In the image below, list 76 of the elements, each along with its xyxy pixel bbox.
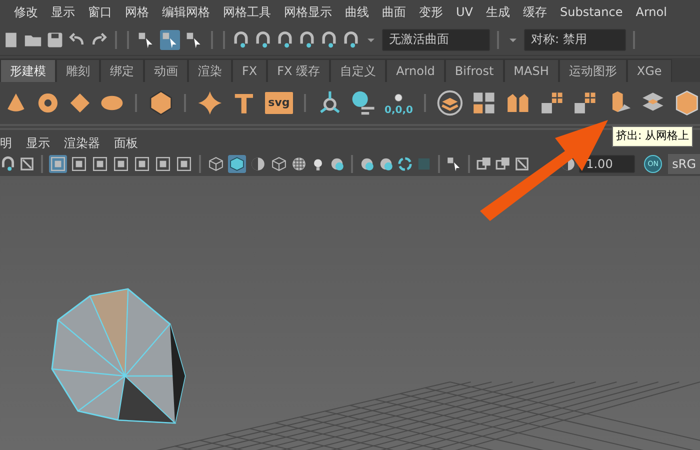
- frames-icon[interactable]: [495, 156, 511, 172]
- color-space-dropdown[interactable]: sRG: [668, 154, 700, 174]
- svg-tool-button[interactable]: svg: [265, 92, 293, 114]
- viewport-toggle-button[interactable]: [112, 155, 130, 173]
- frames-icon[interactable]: [476, 156, 492, 172]
- spheres-icon[interactable]: [329, 156, 345, 172]
- star-icon[interactable]: [197, 90, 224, 116]
- snap-magnet-icon[interactable]: [276, 30, 294, 48]
- paint-tool-icon[interactable]: [19, 156, 35, 172]
- snap-magnet-icon[interactable]: [298, 30, 316, 48]
- shelf-tab[interactable]: FX: [232, 59, 268, 82]
- shading-mode-button[interactable]: [207, 155, 225, 173]
- menu-item[interactable]: 修改: [14, 3, 38, 21]
- grid-blocks-icon[interactable]: [538, 90, 564, 116]
- shelf-tab[interactable]: 雕刻: [56, 59, 100, 82]
- move-tool-icon[interactable]: [0, 156, 16, 172]
- viewport-toggle-button[interactable]: [70, 155, 88, 173]
- shelf-tab[interactable]: 运动图形: [558, 59, 627, 82]
- menu-item[interactable]: 窗口: [88, 3, 112, 21]
- snap-magnet-icon[interactable]: [254, 30, 272, 48]
- panel-menu-item[interactable]: 渲染器: [64, 134, 100, 152]
- diamond-icon[interactable]: [68, 91, 92, 115]
- image-icon[interactable]: [514, 156, 530, 172]
- menu-item[interactable]: 显示: [51, 3, 75, 21]
- torus-icon[interactable]: [36, 91, 60, 115]
- shelf-tab[interactable]: 动画: [144, 59, 188, 82]
- shelf-tab[interactable]: XGe: [626, 59, 672, 82]
- menu-item[interactable]: 变形: [419, 3, 443, 21]
- cube-icon[interactable]: [674, 90, 700, 116]
- menu-item[interactable]: 曲线: [345, 3, 369, 21]
- menu-item[interactable]: 网格显示: [284, 3, 332, 21]
- menu-item[interactable]: 生成: [486, 3, 510, 21]
- panel-menu-item[interactable]: 显示: [26, 134, 50, 152]
- shelf-tab[interactable]: 渲染: [188, 59, 232, 82]
- menu-item[interactable]: Substance: [560, 3, 623, 21]
- ring-icon[interactable]: [397, 156, 413, 172]
- layers-circle-icon[interactable]: [436, 90, 463, 116]
- shelf-tab[interactable]: Arnold: [386, 59, 445, 82]
- shelf-tab[interactable]: 自定义: [330, 59, 386, 82]
- checker-icon[interactable]: [291, 156, 307, 172]
- viewport-toggle-button[interactable]: [49, 155, 67, 173]
- shelf-tab[interactable]: 绑定: [100, 59, 144, 82]
- menu-item[interactable]: 网格工具: [223, 3, 271, 21]
- select-icon[interactable]: [446, 156, 462, 172]
- spheres-icon[interactable]: [378, 156, 394, 172]
- shelf-tab[interactable]: Bifrost: [444, 59, 504, 82]
- viewport-toggle-button[interactable]: [175, 155, 193, 173]
- menu-item[interactable]: UV: [456, 3, 473, 21]
- shelf-tab[interactable]: 形建模: [0, 59, 56, 82]
- save-icon[interactable]: [46, 30, 64, 48]
- tooltip: 挤出: 从网格上: [612, 126, 694, 146]
- menu-item[interactable]: 缓存: [523, 3, 547, 21]
- blocks-icon[interactable]: [470, 90, 497, 116]
- shelf-tab[interactable]: FX 缓存: [267, 59, 330, 82]
- menu-item[interactable]: 网格: [125, 3, 149, 21]
- viewport-toggle-button[interactable]: [133, 155, 151, 173]
- live-surface-field[interactable]: 无激活曲面: [382, 28, 490, 50]
- shading-mode-button[interactable]: [270, 155, 288, 173]
- selection-mode-button[interactable]: [160, 30, 180, 50]
- viewport-toggle-button[interactable]: [91, 155, 109, 173]
- menu-item[interactable]: 编辑网格: [162, 3, 210, 21]
- panel-menu-item[interactable]: 面板: [114, 134, 138, 152]
- menu-item[interactable]: Arnol: [636, 3, 667, 21]
- menu-item[interactable]: 曲面: [382, 3, 406, 21]
- snap-magnet-icon[interactable]: [342, 30, 360, 48]
- snap-magnet-icon[interactable]: [320, 30, 338, 48]
- panel-menu-item[interactable]: 明: [0, 134, 12, 152]
- polyhedron-icon[interactable]: [148, 90, 174, 116]
- shading-mode-button[interactable]: [228, 155, 246, 173]
- symmetry-field[interactable]: 对称: 禁用: [524, 28, 626, 50]
- spheres-icon[interactable]: [359, 156, 375, 172]
- viewport-toggle-button[interactable]: [154, 155, 172, 173]
- shading-mode-button[interactable]: [249, 155, 267, 173]
- grid-blocks-icon[interactable]: [572, 90, 598, 116]
- shelf-tab[interactable]: MASH: [504, 59, 559, 82]
- snap-magnet-icon[interactable]: [232, 30, 250, 48]
